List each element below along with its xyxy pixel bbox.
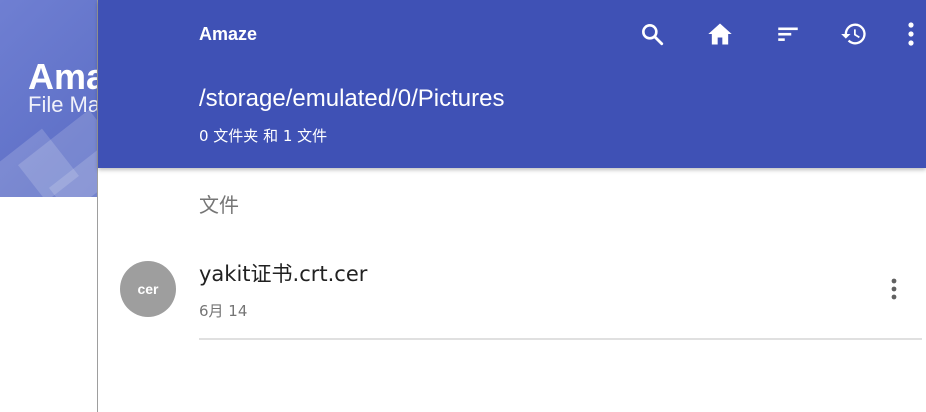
home-icon[interactable] [702,16,738,52]
file-date: 6月 14 [199,302,248,320]
app-bar: Amaze /storage/emulated/0/Pictures 0 文件夹… [98,0,926,168]
app-root: Amaze File Manager Amaze /storage/emula [0,0,926,412]
current-path: /storage/emulated/0/Pictures [199,85,505,112]
drawer-header: Amaze File Manager [0,0,98,197]
list-divider [199,338,922,340]
navigation-drawer[interactable]: Amaze File Manager [0,0,98,412]
file-name: yakit证书.crt.cer [199,262,368,286]
main-content: Amaze /storage/emulated/0/Pictures 0 文件夹… [98,0,926,412]
search-icon[interactable] [634,16,670,52]
sort-icon[interactable] [770,16,806,52]
files-section-header: 文件 [199,193,239,217]
list-item[interactable]: cer yakit证书.crt.cer 6月 14 [98,241,926,340]
item-more-vert-icon[interactable] [878,273,910,305]
app-title: Amaze [199,24,258,44]
folder-file-count: 0 文件夹 和 1 文件 [199,127,328,145]
drawer-app-subtitle: File Manager [28,92,98,117]
more-vert-icon[interactable] [896,16,926,52]
history-icon[interactable] [836,16,872,52]
file-type-icon[interactable]: cer [120,261,176,317]
